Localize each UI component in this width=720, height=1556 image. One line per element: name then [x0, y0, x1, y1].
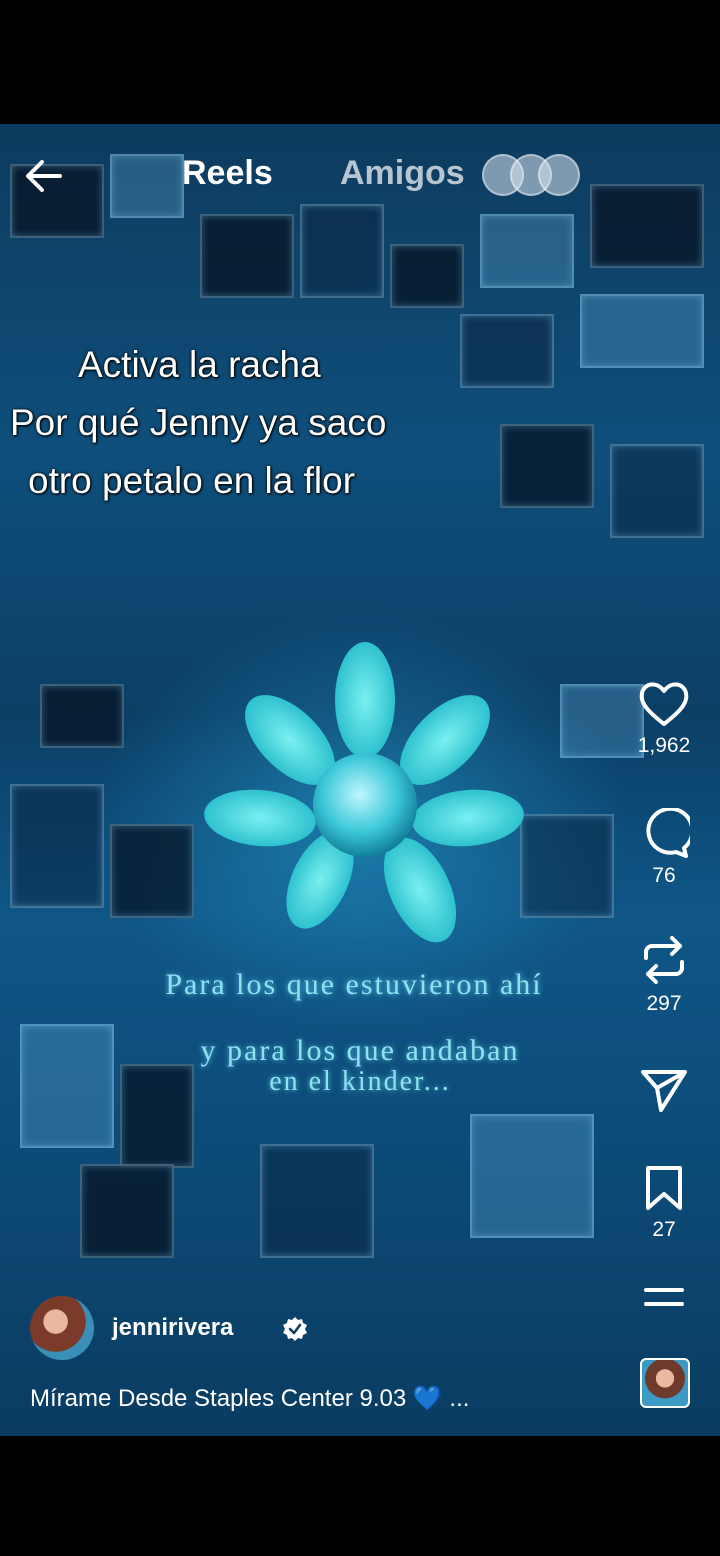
- background-tile: [40, 684, 124, 748]
- overlay-line: otro petalo en la flor: [28, 460, 356, 501]
- reel-description[interactable]: Mírame Desde Staples Center 9.03 💙 ...: [30, 1384, 469, 1413]
- tab-amigos[interactable]: Amigos: [340, 154, 465, 193]
- background-tile: [80, 1164, 174, 1258]
- author-avatar[interactable]: [30, 1296, 94, 1360]
- more-icon: [644, 1288, 684, 1306]
- heart-icon: [639, 682, 689, 726]
- comment-button[interactable]: 76: [630, 808, 698, 888]
- verified-badge-icon: [283, 1317, 307, 1341]
- background-tile: [470, 1114, 594, 1238]
- background-tile: [110, 824, 194, 918]
- like-count: 1,962: [637, 734, 691, 757]
- bottom-black-bar: [0, 1436, 720, 1556]
- flower-graphic: [204, 642, 524, 943]
- background-tile: [460, 314, 554, 388]
- author-row[interactable]: jennirivera: [30, 1296, 450, 1362]
- description-text: Mírame Desde Staples Center 9.03: [30, 1385, 407, 1412]
- background-tile: [390, 244, 464, 308]
- background-tile: [300, 204, 384, 298]
- blue-heart-emoji: 💙: [412, 1385, 443, 1412]
- share-button[interactable]: [630, 1066, 698, 1114]
- background-tile: [480, 214, 574, 288]
- background-tile: [580, 294, 704, 368]
- tab-reels[interactable]: Reels: [182, 154, 273, 193]
- comment-icon: [646, 808, 690, 858]
- more-button[interactable]: [630, 1282, 698, 1312]
- arrow-left-icon[interactable]: [20, 154, 68, 198]
- video-caption-line: y para los que andaban: [200, 1034, 520, 1067]
- repost-icon: [644, 936, 684, 984]
- like-button[interactable]: 1,962: [630, 680, 698, 758]
- background-tile: [610, 444, 704, 538]
- save-count: 27: [652, 1218, 676, 1241]
- background-tile: [520, 814, 614, 918]
- overlay-line: Por qué Jenny ya saco: [10, 402, 387, 443]
- comment-count: 76: [652, 864, 676, 887]
- repost-button[interactable]: 297: [630, 934, 698, 1016]
- video-caption-line: Para los que estuvieron ahí: [165, 968, 543, 1001]
- background-tile: [200, 214, 294, 298]
- background-tile: [260, 1144, 374, 1258]
- avatar: [538, 154, 580, 196]
- share-icon: [641, 1070, 687, 1112]
- overlay-line: Activa la racha: [78, 344, 321, 385]
- background-tile: [10, 784, 104, 908]
- overlay-caption: Activa la racha Por qué Jenny ya saco ot…: [8, 336, 468, 510]
- background-tile: [500, 424, 594, 508]
- friends-avatars[interactable]: [482, 154, 582, 196]
- audio-thumbnail[interactable]: [640, 1358, 690, 1408]
- video-caption-line: en el kinder...: [269, 1066, 451, 1097]
- repost-count: 297: [646, 992, 682, 1015]
- save-button[interactable]: 27: [630, 1164, 698, 1242]
- description-more[interactable]: ...: [449, 1385, 469, 1412]
- bookmark-icon: [646, 1166, 682, 1210]
- top-black-bar: [0, 0, 720, 124]
- author-username[interactable]: jennirivera: [112, 1314, 233, 1342]
- top-navigation: Reels Amigos: [0, 148, 720, 202]
